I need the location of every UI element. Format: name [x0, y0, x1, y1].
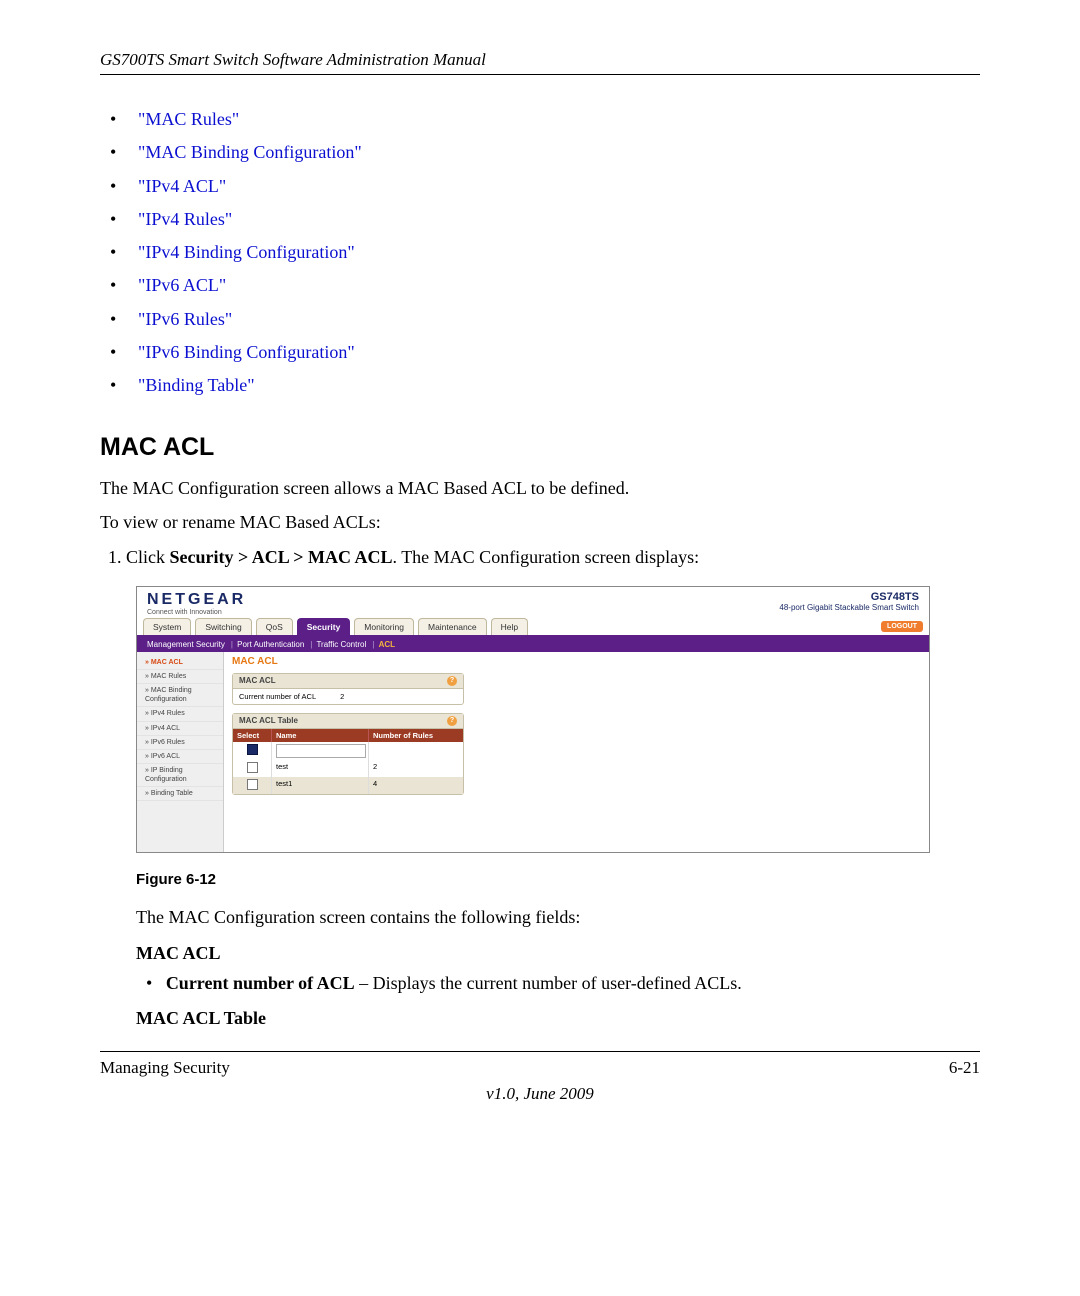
th-rules: Number of Rules — [369, 729, 463, 742]
tab-security[interactable]: Security — [297, 618, 351, 635]
panel-mac-acl-title: MAC ACL — [239, 676, 276, 686]
current-acl-value: 2 — [340, 692, 344, 701]
sidenav-ipv4-acl[interactable]: » IPv4 ACL — [137, 722, 223, 736]
tab-switching[interactable]: Switching — [195, 618, 251, 635]
new-acl-name-input[interactable] — [276, 744, 366, 758]
tab-help[interactable]: Help — [491, 618, 528, 635]
brand-logo: NETGEAR — [147, 591, 246, 609]
sidenav-ipv6-rules[interactable]: » IPv6 Rules — [137, 736, 223, 750]
toc-link-mac-rules[interactable]: "MAC Rules" — [138, 109, 239, 129]
subnav-mgmt-sec[interactable]: Management Security — [147, 640, 225, 649]
footer-section: Managing Security — [100, 1058, 230, 1078]
main-panel-title: MAC ACL — [224, 652, 929, 671]
footer-page: 6-21 — [949, 1058, 980, 1078]
field1-desc: – Displays the current number of user-de… — [355, 973, 742, 993]
row-name: test — [272, 760, 369, 777]
toc-link-binding-table[interactable]: "Binding Table" — [138, 375, 255, 395]
sidenav-ip-binding[interactable]: » IP Binding Configuration — [137, 764, 223, 787]
table-row: test 2 — [233, 760, 463, 777]
toc-link-ipv4-rules[interactable]: "IPv4 Rules" — [138, 209, 232, 229]
row-checkbox[interactable] — [247, 762, 258, 773]
section-heading: MAC ACL — [100, 433, 980, 462]
field-desc-row: • Current number of ACL – Displays the c… — [146, 968, 980, 999]
toc-link-mac-binding[interactable]: "MAC Binding Configuration" — [138, 142, 362, 162]
tab-system[interactable]: System — [143, 618, 191, 635]
row-rules: 4 — [369, 777, 463, 794]
row-checkbox[interactable] — [247, 779, 258, 790]
figure-caption: Figure 6-12 — [136, 871, 980, 888]
sidenav-ipv6-acl[interactable]: » IPv6 ACL — [137, 750, 223, 764]
panel-mac-acl: MAC ACL ? Current number of ACL 2 — [232, 673, 464, 705]
sub-heading-mac-acl: MAC ACL — [136, 943, 980, 964]
sub-heading-mac-acl-table: MAC ACL Table — [136, 1008, 980, 1029]
toc-list: "MAC Rules" "MAC Binding Configuration" … — [110, 103, 980, 403]
device-model-desc: 48-port Gigabit Stackable Smart Switch — [779, 603, 919, 612]
screenshot-mac-acl: NETGEAR Connect with Innovation GS748TS … — [136, 586, 930, 853]
select-all-checkbox[interactable] — [247, 744, 258, 755]
row-rules: 2 — [369, 760, 463, 777]
sub-nav-bar: Management Security| Port Authentication… — [137, 637, 929, 652]
row-name: test1 — [272, 777, 369, 794]
sidenav-mac-acl[interactable]: » MAC ACL — [137, 656, 223, 670]
table-input-row — [233, 742, 463, 760]
sidenav-mac-binding[interactable]: » MAC Binding Configuration — [137, 684, 223, 707]
subnav-acl[interactable]: ACL — [379, 640, 395, 649]
footer-version: v1.0, June 2009 — [100, 1084, 980, 1104]
sidenav-ipv4-rules[interactable]: » IPv4 Rules — [137, 707, 223, 721]
subnav-traffic-ctrl[interactable]: Traffic Control — [316, 640, 366, 649]
th-name: Name — [272, 729, 369, 742]
toc-link-ipv4-acl[interactable]: "IPv4 ACL" — [138, 176, 226, 196]
side-nav: » MAC ACL » MAC Rules » MAC Binding Conf… — [137, 652, 224, 852]
toc-link-ipv6-rules[interactable]: "IPv6 Rules" — [138, 309, 232, 329]
subnav-port-auth[interactable]: Port Authentication — [237, 640, 304, 649]
sidenav-mac-rules[interactable]: » MAC Rules — [137, 670, 223, 684]
sidenav-binding-table[interactable]: » Binding Table — [137, 787, 223, 801]
info-icon[interactable]: ? — [447, 676, 457, 686]
device-model: GS748TS — [779, 591, 919, 603]
brand-tagline: Connect with Innovation — [147, 609, 246, 616]
step1-bold: Security > ACL > MAC ACL — [170, 547, 393, 567]
tab-maintenance[interactable]: Maintenance — [418, 618, 487, 635]
current-acl-label: Current number of ACL — [239, 692, 316, 701]
tab-qos[interactable]: QoS — [256, 618, 293, 635]
field1-label: Current number of ACL — [166, 973, 355, 993]
page-header: GS700TS Smart Switch Software Administra… — [100, 50, 486, 69]
table-row: test1 4 — [233, 777, 463, 794]
instruction-text: To view or rename MAC Based ACLs: — [100, 508, 980, 537]
info-icon[interactable]: ? — [447, 716, 457, 726]
intro-text: The MAC Configuration screen allows a MA… — [100, 474, 980, 503]
toc-link-ipv4-binding[interactable]: "IPv4 Binding Configuration" — [138, 242, 355, 262]
panel-mac-acl-table: MAC ACL Table ? Select Name Number of Ru… — [232, 713, 464, 795]
toc-link-ipv6-binding[interactable]: "IPv6 Binding Configuration" — [138, 342, 355, 362]
toc-link-ipv6-acl[interactable]: "IPv6 ACL" — [138, 275, 226, 295]
panel-table-title: MAC ACL Table — [239, 716, 298, 726]
step-1: Click Security > ACL > MAC ACL. The MAC … — [126, 543, 980, 572]
tab-monitoring[interactable]: Monitoring — [354, 618, 414, 635]
logout-button[interactable]: LOGOUT — [881, 621, 923, 632]
after-figure-text: The MAC Configuration screen contains th… — [136, 902, 980, 933]
step1-suffix: . The MAC Configuration screen displays: — [393, 547, 700, 567]
th-select: Select — [233, 729, 272, 742]
step1-prefix: Click — [126, 547, 170, 567]
